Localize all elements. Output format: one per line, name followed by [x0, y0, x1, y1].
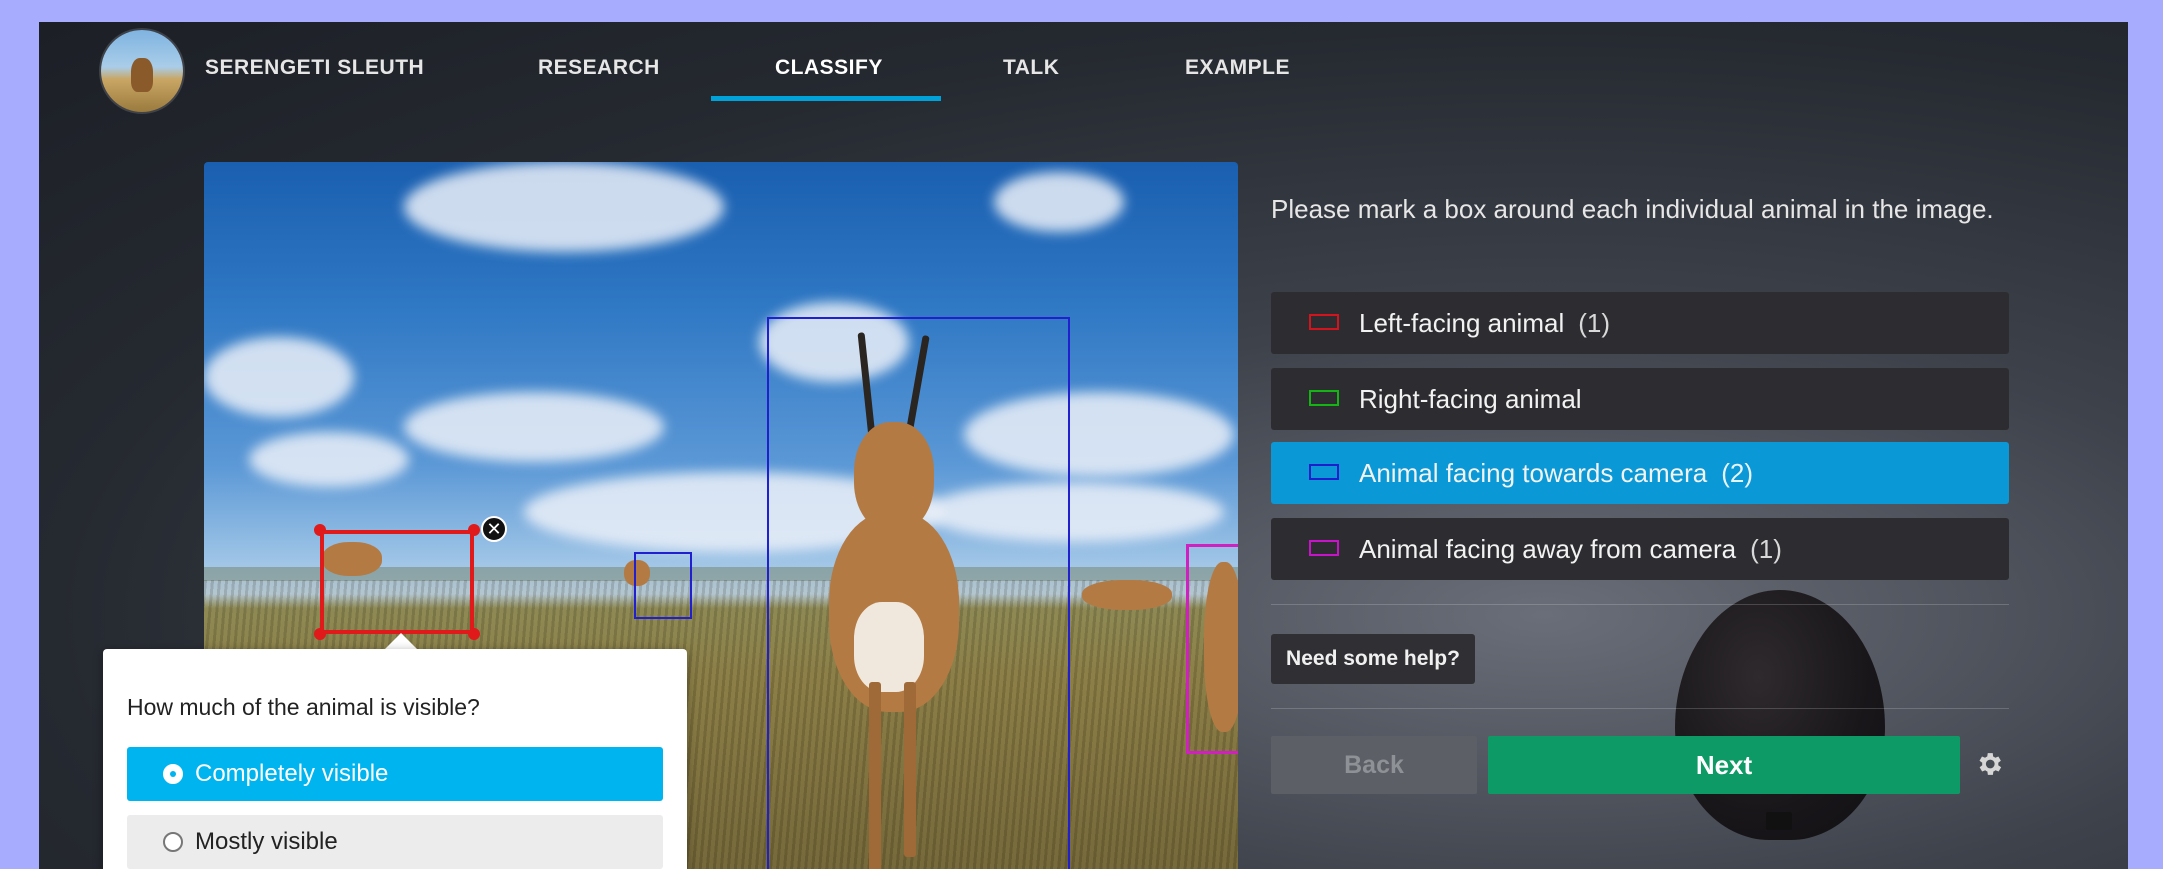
- popup-question: How much of the animal is visible?: [127, 694, 480, 720]
- divider: [1271, 604, 2009, 605]
- tool-label: Left-facing animal (1): [1359, 308, 1611, 338]
- cloud: [249, 432, 409, 487]
- mark-handle[interactable]: [468, 524, 480, 536]
- tool-right-facing[interactable]: Right-facing animal: [1271, 368, 2009, 430]
- mark-handle[interactable]: [314, 628, 326, 640]
- green-box-icon: [1309, 390, 1339, 406]
- divider: [1271, 708, 2009, 709]
- tool-away-from-camera[interactable]: Animal facing away from camera (1): [1271, 518, 2009, 580]
- mark-handle[interactable]: [314, 524, 326, 536]
- radio-selected-icon[interactable]: [163, 764, 183, 784]
- mark-towards-camera-small[interactable]: [634, 552, 692, 619]
- cloud: [994, 172, 1124, 232]
- radio-unselected-icon[interactable]: [163, 832, 183, 852]
- delete-mark-close-icon[interactable]: ✕: [481, 516, 507, 542]
- project-avatar[interactable]: [101, 30, 183, 112]
- avatar-animal-icon: [131, 58, 153, 92]
- site-title[interactable]: SERENGETI SLEUTH: [205, 56, 424, 80]
- mark-away-from-camera[interactable]: [1186, 544, 1238, 754]
- gazelle: [1082, 580, 1172, 610]
- active-tab-indicator: [711, 96, 941, 101]
- tool-count: (2): [1721, 458, 1754, 488]
- cloud: [404, 162, 724, 252]
- gear-icon[interactable]: [1974, 749, 2004, 779]
- tool-count: (1): [1578, 308, 1611, 338]
- option-label: Mostly visible: [195, 828, 338, 855]
- red-box-icon: [1309, 314, 1339, 330]
- mark-handle[interactable]: [468, 628, 480, 640]
- cloud: [404, 392, 664, 462]
- tool-label: Right-facing animal: [1359, 384, 1582, 414]
- visibility-popup: How much of the animal is visible? Compl…: [103, 649, 687, 869]
- nav-classify[interactable]: CLASSIFY: [775, 56, 883, 80]
- tool-label: Animal facing towards camera (2): [1359, 458, 1754, 488]
- tool-left-facing[interactable]: Left-facing animal (1): [1271, 292, 2009, 354]
- option-completely-visible[interactable]: Completely visible: [127, 747, 663, 801]
- tool-towards-camera[interactable]: Animal facing towards camera (2): [1271, 442, 2009, 504]
- nav-example[interactable]: EXAMPLE: [1185, 56, 1290, 80]
- magenta-box-icon: [1309, 540, 1339, 556]
- task-instructions: Please mark a box around each individual…: [1271, 194, 1994, 224]
- tool-label: Animal facing away from camera (1): [1359, 534, 1782, 564]
- mark-left-facing[interactable]: [320, 530, 474, 634]
- blue-box-icon: [1309, 464, 1339, 480]
- mark-towards-camera-large[interactable]: [767, 317, 1070, 869]
- page: SERENGETI SLEUTH RESEARCH CLASSIFY TALK …: [39, 22, 2128, 869]
- need-help-button[interactable]: Need some help?: [1271, 634, 1475, 684]
- cloud: [204, 337, 354, 417]
- option-label: Completely visible: [195, 760, 389, 787]
- back-button[interactable]: Back: [1271, 736, 1477, 794]
- tool-count: (1): [1750, 534, 1782, 564]
- nav-talk[interactable]: TALK: [1003, 56, 1059, 80]
- background-balloon-basket: [1766, 812, 1792, 830]
- nav-research[interactable]: RESEARCH: [538, 56, 660, 80]
- next-button[interactable]: Next: [1488, 736, 1960, 794]
- option-mostly-visible[interactable]: Mostly visible: [127, 815, 663, 869]
- background-balloon: [1675, 590, 1885, 840]
